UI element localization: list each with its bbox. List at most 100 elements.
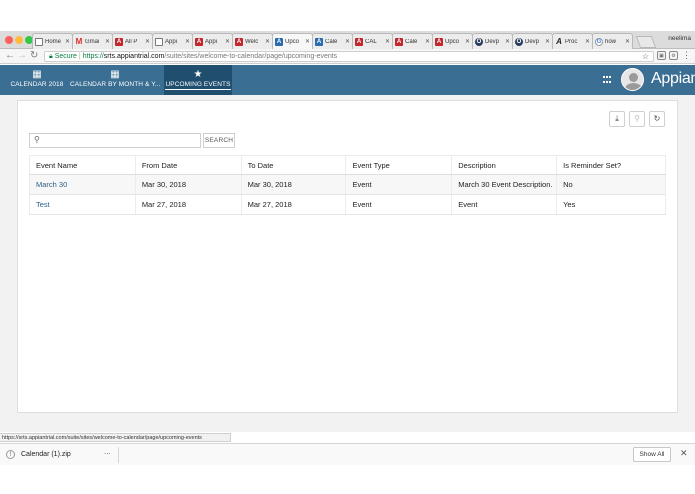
browser-tab[interactable]: O Devp ✕ xyxy=(472,33,513,49)
star-icon: ★ xyxy=(193,69,203,80)
appian-logo[interactable]: Appian xyxy=(651,70,695,88)
close-icon[interactable]: ✕ xyxy=(145,38,150,45)
show-all-button[interactable]: Show All xyxy=(633,447,671,462)
browser-tab[interactable]: A Welc ✕ xyxy=(232,33,273,49)
url-scheme: https:// xyxy=(82,53,104,60)
download-shelf: ! Calendar (1).zip ... Show All ✕ xyxy=(0,443,695,465)
close-icon[interactable]: ✕ xyxy=(625,38,630,45)
appian-icon: A xyxy=(115,37,123,46)
browser-tab[interactable]: Appi ✕ xyxy=(152,33,193,49)
browser-tab[interactable]: A Appi ✕ xyxy=(192,33,233,49)
close-icon[interactable]: ✕ xyxy=(465,38,470,45)
close-icon[interactable]: ✕ xyxy=(265,38,270,45)
browser-tab[interactable]: A Cale ✕ xyxy=(312,33,353,49)
browser-tab[interactable]: Home ✕ xyxy=(32,33,73,49)
avatar[interactable] xyxy=(621,68,644,91)
bottom-strip xyxy=(0,465,695,494)
browser-tab-bar: Home ✕ M Gmai ✕ A All P ✕ Appi ✕ A Appi ✕ A Welc ✕… xyxy=(0,31,695,49)
warning-icon: ! xyxy=(6,450,15,459)
close-icon[interactable]: ✕ xyxy=(545,38,550,45)
close-icon[interactable]: ✕ xyxy=(345,38,350,45)
close-icon[interactable]: ✕ xyxy=(225,38,230,45)
app-launcher-icon[interactable] xyxy=(603,76,613,84)
browser-tab[interactable]: A Upco ✕ xyxy=(432,33,473,49)
appian-icon: A xyxy=(195,37,203,46)
appian-icon: A xyxy=(355,37,363,46)
back-arrow-icon[interactable]: ← xyxy=(5,50,15,61)
search-box: ⚲ xyxy=(29,133,201,148)
column-header[interactable]: Event Type xyxy=(345,155,453,175)
column-header[interactable]: From Date xyxy=(135,155,242,175)
browser-tab[interactable]: A Cale ✕ xyxy=(392,33,433,49)
table-cell: No xyxy=(556,174,666,195)
event-name-link[interactable]: March 30 xyxy=(36,180,67,189)
close-window-button[interactable] xyxy=(5,36,13,44)
close-icon[interactable]: ✕ xyxy=(385,38,390,45)
table-cell: Mar 30, 2018 xyxy=(135,174,242,195)
tab-upcoming-events[interactable]: ★ UPCOMING EVENTS xyxy=(164,65,232,95)
calendar-icon: ▦ xyxy=(32,69,42,80)
browser-tab[interactable]: M Gmai ✕ xyxy=(72,33,113,49)
minimize-window-button[interactable] xyxy=(15,36,23,44)
download-menu-button[interactable]: ... xyxy=(104,447,111,456)
appian-icon: A xyxy=(395,37,403,46)
close-icon[interactable]: ✕ xyxy=(65,38,70,45)
circle-logo-icon: O xyxy=(475,37,483,46)
status-url: https://srts.appiantrial.com/suite/sites… xyxy=(0,433,231,442)
close-icon[interactable]: ✕ xyxy=(105,38,110,45)
top-strip xyxy=(0,0,695,31)
browser-tab[interactable]: O Devp ✕ xyxy=(512,33,553,49)
close-icon[interactable]: ✕ xyxy=(185,38,190,45)
tab-calendar-2018[interactable]: ▦ CALENDAR 2018 xyxy=(8,65,66,95)
close-icon[interactable]: ✕ xyxy=(425,38,430,45)
browser-tab[interactable]: Ghow ✕ xyxy=(592,33,633,49)
close-icon[interactable]: ✕ xyxy=(505,38,510,45)
event-name-link[interactable]: Test xyxy=(36,200,50,209)
appian-icon: A xyxy=(235,37,243,46)
url-path: /suite/sites/welcome-to-calendar/page/up… xyxy=(164,53,338,60)
forward-arrow-icon[interactable]: → xyxy=(17,50,27,61)
download-icon[interactable]: ⤓ xyxy=(609,111,625,127)
browser-tab[interactable]: A CAL ✕ xyxy=(352,33,393,49)
address-bar: ← → ↻ 🔒︎ Secure | https://srts.appiantrial… xyxy=(0,49,695,64)
url-input[interactable]: 🔒︎ Secure | https://srts.appiantrial.com/s… xyxy=(44,51,654,62)
extension-icon[interactable]: ▣ xyxy=(657,51,666,60)
table-cell: Event xyxy=(345,174,453,195)
close-icon[interactable]: ✕ xyxy=(305,38,310,45)
column-header[interactable]: To Date xyxy=(241,155,347,175)
refresh-icon[interactable]: ↻ xyxy=(649,111,665,127)
browser-tab[interactable]: A All P ✕ xyxy=(112,33,153,49)
browser-tab-active[interactable]: A Upco ✕ xyxy=(272,33,313,49)
appian-icon: A xyxy=(275,37,283,46)
filter-icon[interactable]: ⚲ xyxy=(629,111,645,127)
tab-calendar-by-month[interactable]: ▦ CALENDAR BY MONTH & Y... xyxy=(70,65,160,95)
download-item[interactable]: ! Calendar (1).zip xyxy=(6,448,71,462)
column-header[interactable]: Is Reminder Set? xyxy=(556,155,666,175)
search-button[interactable]: SEARCH xyxy=(203,133,235,148)
column-header[interactable]: Event Name xyxy=(29,155,136,175)
events-grid: Event Name From Date To Date Event Type … xyxy=(29,155,666,215)
appian-icon: A xyxy=(435,37,443,46)
bookmark-star-icon[interactable]: ☆ xyxy=(642,52,649,61)
close-icon[interactable]: ✕ xyxy=(585,38,590,45)
circle-logo-icon: O xyxy=(515,37,523,46)
secure-label: Secure xyxy=(54,53,77,60)
profile-name[interactable]: neelima xyxy=(668,35,691,42)
download-file-name: Calendar (1).zip xyxy=(21,451,71,458)
gmail-icon: M xyxy=(75,37,83,46)
table-row: March 30 Mar 30, 2018 Mar 30, 2018 Event… xyxy=(29,174,666,195)
new-tab-button[interactable] xyxy=(635,36,657,48)
close-icon[interactable]: ✕ xyxy=(680,448,688,459)
table-cell: Mar 27, 2018 xyxy=(241,194,347,215)
url-host: srts.appiantrial.com xyxy=(103,53,165,60)
browser-tab[interactable]: A Proc ✕ xyxy=(552,33,593,49)
extension-icon[interactable]: ⚙ xyxy=(669,51,678,60)
divider xyxy=(118,447,119,463)
table-cell: March 30 Event Description. xyxy=(451,174,558,195)
search-input[interactable] xyxy=(46,135,196,146)
browser-menu-icon[interactable]: ⋮ xyxy=(682,50,691,61)
calendar-icon: ▦ xyxy=(110,69,120,80)
document-icon xyxy=(155,37,163,46)
reload-icon[interactable]: ↻ xyxy=(30,50,38,61)
column-header[interactable]: Description xyxy=(451,155,558,175)
